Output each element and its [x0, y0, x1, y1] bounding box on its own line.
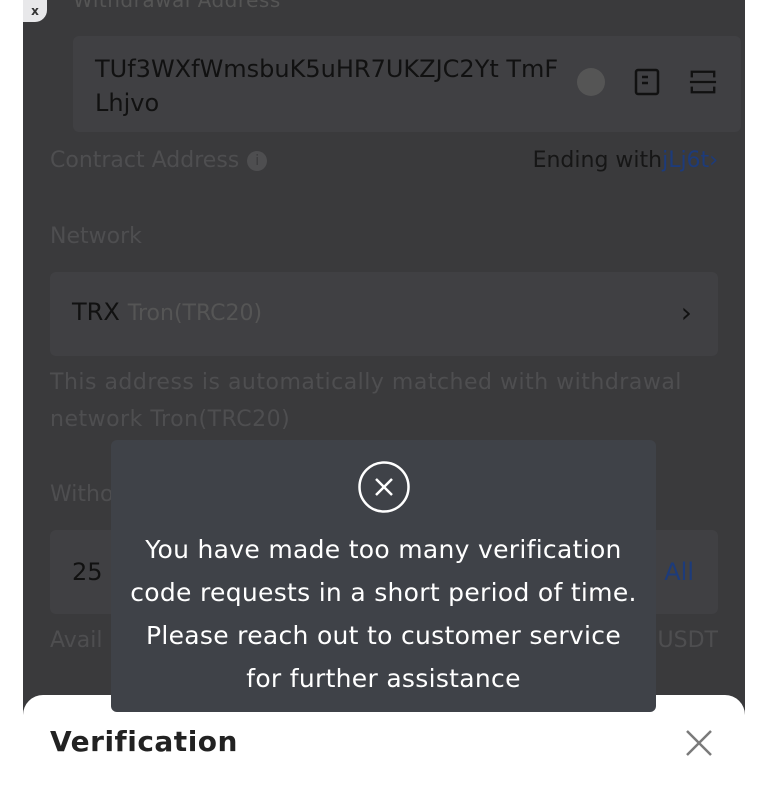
network-selector[interactable]: TRX Tron(TRC20) › [50, 272, 718, 356]
chevron-right-icon: › [709, 148, 718, 173]
withdrawal-address-label: Withdrawal Address [73, 0, 281, 12]
scan-icon[interactable] [689, 68, 717, 96]
contract-ending-prefix: Ending with [532, 148, 663, 173]
close-icon[interactable] [681, 725, 717, 761]
network-hint: This address is automatically matched wi… [50, 370, 682, 432]
error-toast: You have made too many verification code… [111, 440, 656, 712]
contract-ending-value: jLj6t [662, 148, 710, 173]
amount-label: Witho [50, 482, 114, 507]
chevron-right-icon: › [680, 296, 692, 329]
toast-message: You have made too many verification code… [130, 535, 637, 693]
contract-address-label: Contract Address i [50, 148, 268, 173]
all-button[interactable]: All [664, 558, 694, 586]
network-label: Network [50, 224, 142, 249]
error-circle-icon [357, 460, 411, 514]
contract-ending[interactable]: Ending withjLj6t› [533, 148, 718, 173]
address-field[interactable]: TUf3WXfWmsbuK5uHR7UKZJC2Yt TmFLhjvo [73, 36, 741, 132]
info-icon[interactable]: i [247, 151, 268, 171]
sheet-title: Verification [50, 725, 238, 758]
contract-address-row[interactable]: Contract Address i Ending withjLj6t› [50, 146, 718, 182]
network-symbol: TRX Tron(TRC20) [72, 298, 263, 326]
clear-icon[interactable] [577, 68, 605, 96]
available-unit: USDT [657, 628, 718, 653]
available-label: Avail [50, 628, 103, 653]
network-name: Tron(TRC20) [127, 301, 263, 326]
amount-value: 25 [72, 558, 103, 586]
address-value: TUf3WXfWmsbuK5uHR7UKZJC2Yt TmFLhjvo [95, 55, 559, 117]
address-book-icon[interactable] [633, 68, 661, 96]
